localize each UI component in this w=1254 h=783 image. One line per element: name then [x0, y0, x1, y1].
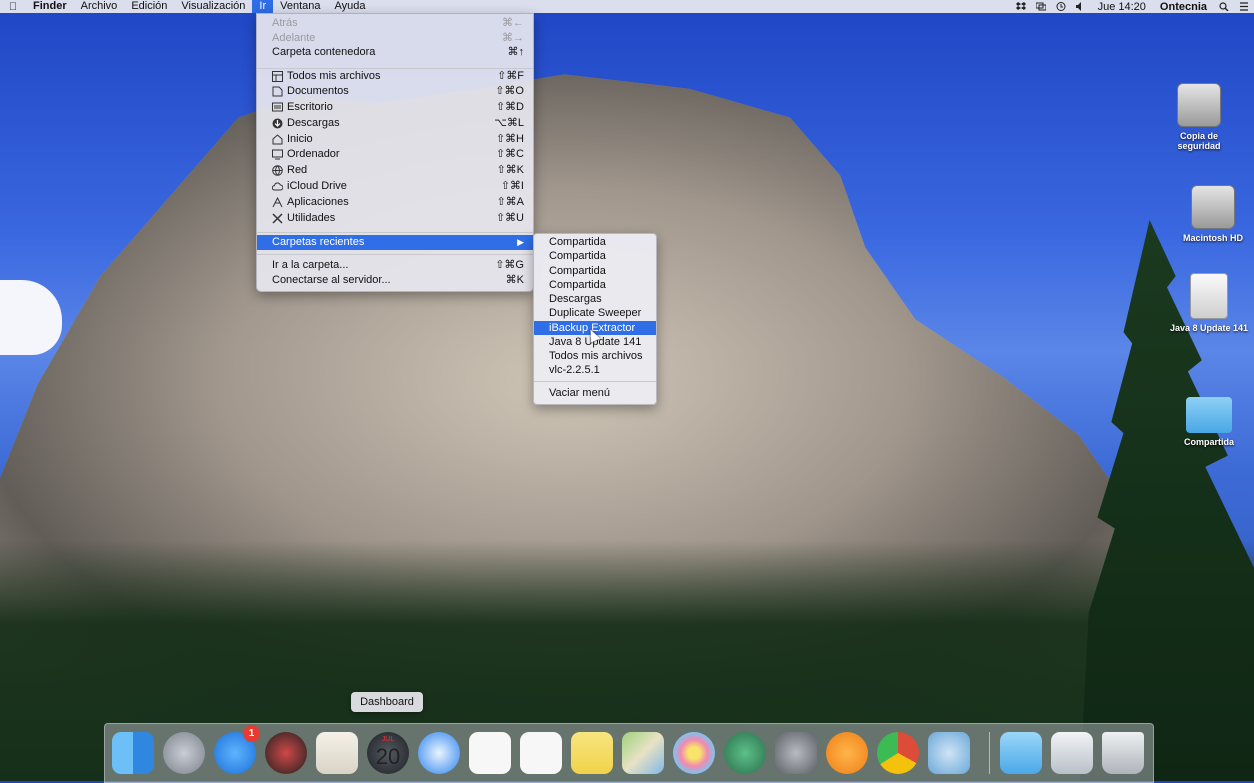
- time-machine-icon[interactable]: [724, 732, 766, 774]
- go-menu: Atrás ⌘← Adelante ⌘→ Carpeta contenedora ⌘↑…: [256, 13, 534, 292]
- downloads-icon: [272, 118, 283, 129]
- recent-item[interactable]: Compartida: [534, 264, 656, 278]
- recent-item[interactable]: Compartida: [534, 278, 656, 292]
- menu-item-documentos[interactable]: Documentos ⇧⌘O: [257, 84, 533, 99]
- desktop-icon-java-8-update[interactable]: Java 8 Update 141: [1164, 273, 1254, 333]
- ibooks-icon[interactable]: [826, 732, 868, 774]
- folder-icon: [1186, 397, 1232, 433]
- menu-visualizacion[interactable]: Visualización: [174, 0, 252, 13]
- recent-folders-submenu: Compartida Compartida Compartida Compart…: [533, 233, 657, 405]
- hard-drive-icon: [1191, 185, 1235, 229]
- documents-folder-icon[interactable]: [1000, 732, 1042, 774]
- recent-item[interactable]: Duplicate Sweeper: [534, 306, 656, 320]
- menu-item-escritorio[interactable]: Escritorio ⇧⌘D: [257, 100, 533, 115]
- dropbox-icon[interactable]: [1015, 2, 1026, 11]
- menu-finder[interactable]: Finder: [26, 0, 74, 13]
- hard-drive-icon: [1177, 83, 1221, 127]
- menu-item-adelante[interactable]: Adelante ⌘→: [257, 31, 533, 46]
- recent-item[interactable]: Compartida: [534, 249, 656, 263]
- menu-separator: [257, 232, 533, 233]
- desktop-icon: [272, 102, 283, 112]
- dock: 1: [104, 723, 1154, 783]
- safari-icon[interactable]: [418, 732, 460, 774]
- app-store-badge: 1: [243, 725, 260, 742]
- menu-item-todos-mis-archivos[interactable]: Todos mis archivos ⇧⌘F: [257, 69, 533, 84]
- menu-item-aplicaciones[interactable]: Aplicaciones ⇧⌘A: [257, 195, 533, 210]
- utilities-icon: [272, 213, 283, 224]
- recent-item[interactable]: Todos mis archivos: [534, 349, 656, 363]
- apple-icon[interactable]: : [0, 1, 26, 13]
- status-area: Jue 14:20 Ontecnia: [1011, 0, 1254, 13]
- reminders-icon[interactable]: [520, 732, 562, 774]
- downloads-stack-icon[interactable]: [1051, 732, 1093, 774]
- webcam-app-icon[interactable]: [928, 732, 970, 774]
- menu-item-inicio[interactable]: Inicio ⇧⌘H: [257, 132, 533, 147]
- desktop-icon-copia-de-seguridad[interactable]: Copia de seguridad: [1154, 83, 1244, 151]
- menu-item-atras[interactable]: Atrás ⌘←: [257, 16, 533, 31]
- spider-app-icon[interactable]: [265, 732, 307, 774]
- desktop-icon-compartida[interactable]: Compartida: [1164, 397, 1254, 447]
- menu-ayuda[interactable]: Ayuda: [328, 0, 373, 13]
- submenu-arrow-icon: ▶: [517, 237, 524, 247]
- computer-icon: [272, 149, 283, 160]
- home-icon: [272, 134, 283, 145]
- search-icon[interactable]: [1219, 2, 1229, 11]
- menu-separator: [534, 381, 656, 382]
- recent-item[interactable]: vlc-2.2.5.1: [534, 363, 656, 377]
- maps-icon[interactable]: [622, 732, 664, 774]
- menu-item-carpeta-contenedora[interactable]: Carpeta contenedora ⌘↑: [257, 45, 533, 60]
- recent-item[interactable]: Descargas: [534, 292, 656, 306]
- calendar-icon[interactable]: [469, 732, 511, 774]
- textedit-icon[interactable]: [316, 732, 358, 774]
- network-icon: [272, 165, 283, 176]
- finder-icon[interactable]: [112, 732, 154, 774]
- notes-icon[interactable]: [571, 732, 613, 774]
- dock-separator: [989, 732, 990, 774]
- removable-disk-icon: [1190, 273, 1228, 319]
- clear-menu-item[interactable]: Vaciar menú: [534, 386, 656, 400]
- wallpaper-cloud: [0, 280, 62, 355]
- menu-item-utilidades[interactable]: Utilidades ⇧⌘U: [257, 211, 533, 226]
- menu-ir[interactable]: Ir: [252, 0, 274, 13]
- menu-ventana[interactable]: Ventana: [273, 0, 327, 13]
- menu-item-carpetas-recientes[interactable]: Carpetas recientes ▶: [257, 235, 533, 250]
- all-files-icon: [272, 71, 283, 82]
- notification-center-icon[interactable]: [1239, 2, 1249, 11]
- launchpad-icon[interactable]: [163, 732, 205, 774]
- menu-item-red[interactable]: Red ⇧⌘K: [257, 163, 533, 178]
- time-machine-status-icon[interactable]: [1056, 2, 1066, 11]
- documents-icon: [272, 86, 283, 97]
- menu-item-icloud-drive[interactable]: iCloud Drive ⇧⌘I: [257, 179, 533, 194]
- desktop-icon-macintosh-hd[interactable]: Macintosh HD: [1168, 185, 1254, 243]
- menu-bar:  Finder Archivo Edición Visualización I…: [0, 0, 1254, 13]
- volume-icon[interactable]: [1075, 2, 1086, 11]
- menu-item-ir-a-la-carpeta[interactable]: Ir a la carpeta... ⇧⌘G: [257, 258, 533, 273]
- menu-item-conectarse-al-servidor[interactable]: Conectarse al servidor... ⌘K: [257, 273, 533, 288]
- system-preferences-icon[interactable]: [775, 732, 817, 774]
- recent-item[interactable]: Compartida: [534, 235, 656, 249]
- calendar-day: 20: [375, 744, 401, 769]
- chrome-icon[interactable]: [877, 732, 919, 774]
- calendar-month: JUL: [381, 736, 395, 743]
- applications-icon: [272, 197, 283, 208]
- trash-icon[interactable]: [1102, 732, 1144, 774]
- user-name[interactable]: Ontecnia: [1153, 1, 1214, 13]
- menu-archivo[interactable]: Archivo: [74, 0, 125, 13]
- dock-tooltip: Dashboard: [351, 692, 423, 712]
- clock[interactable]: Jue 14:20: [1091, 1, 1153, 13]
- display-mirror-icon[interactable]: [1035, 2, 1046, 11]
- menu-item-descargas[interactable]: Descargas ⌥⌘L: [257, 116, 533, 131]
- menu-item-ordenador[interactable]: Ordenador ⇧⌘C: [257, 147, 533, 162]
- photos-icon[interactable]: [673, 732, 715, 774]
- menu-edicion[interactable]: Edición: [124, 0, 174, 13]
- menu-separator: [257, 254, 533, 255]
- cloud-icon: [272, 182, 283, 191]
